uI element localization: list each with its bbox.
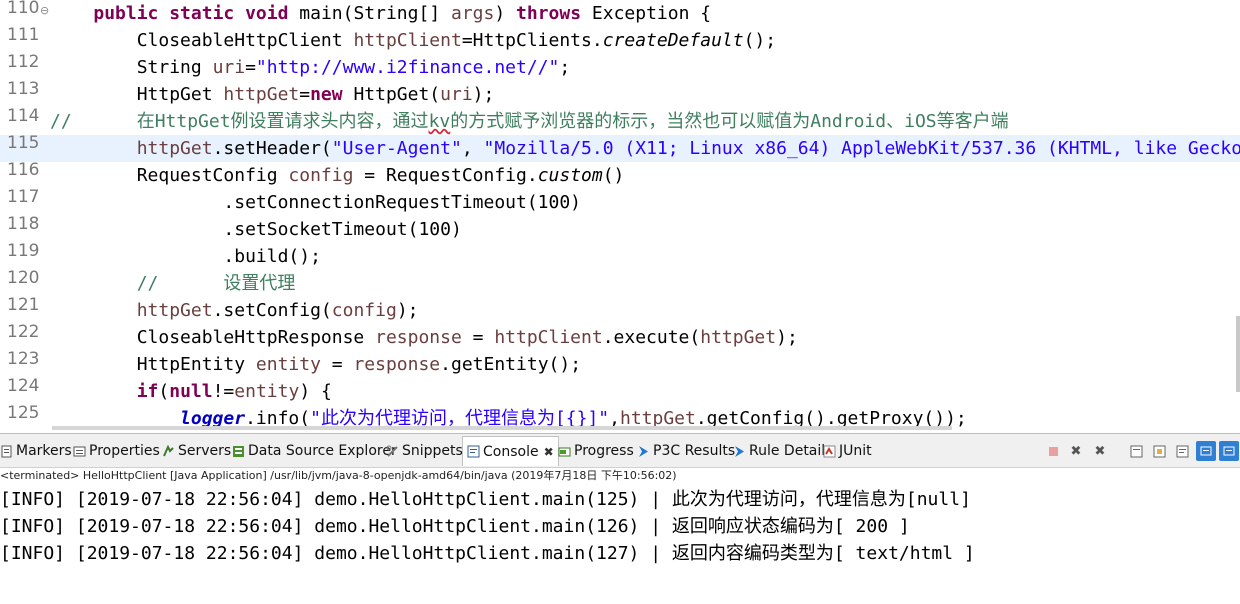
tab-servers-label: Servers — [178, 443, 232, 459]
snippets-icon — [386, 445, 398, 457]
line-number: 122 — [7, 322, 40, 342]
tab-properties[interactable]: Properties — [73, 440, 160, 462]
code-line[interactable]: 122 CloseableHttpResponse response = htt… — [0, 322, 1240, 351]
line-number: 123 — [7, 349, 40, 369]
line-number: 115 — [7, 133, 40, 153]
line-number: 120 — [7, 268, 40, 288]
tab-junit[interactable]: JUnit — [823, 440, 872, 462]
tab-console-label: Console — [483, 443, 539, 460]
tab-rule-detail-label: Rule Detail — [749, 443, 826, 459]
console-line: [INFO] [2019-07-18 22:56:04] demo.HelloH… — [0, 543, 975, 564]
data-source-explorer-icon — [233, 445, 244, 457]
vertical-scrollbar[interactable] — [1236, 316, 1240, 392]
code-line[interactable]: 123 HttpEntity entity = response.getEnti… — [0, 349, 1240, 378]
code-text: if(null!=entity) { — [136, 381, 332, 402]
line-number: 117 — [7, 187, 40, 207]
tab-data-source-explorer-label: Data Source Explorer — [248, 443, 397, 459]
rule-detail-icon — [735, 445, 744, 457]
tab-data-source-explorer[interactable]: Data Source Explorer — [232, 440, 397, 462]
line-number: 125 — [7, 403, 40, 423]
code-text: public static void main(String[] args) t… — [93, 3, 712, 24]
properties-icon — [73, 446, 86, 456]
code-text: .setSocketTimeout(100) — [50, 219, 462, 240]
code-text: RequestConfig config = RequestConfig.cus… — [50, 165, 625, 186]
tab-markers-label: Markers — [16, 443, 72, 459]
markers-icon — [1, 445, 12, 457]
tab-progress[interactable]: Progress — [558, 440, 634, 462]
code-line[interactable]: 116 RequestConfig config = RequestConfig… — [0, 160, 1240, 189]
console-icon — [467, 445, 480, 458]
fold-toggle-icon[interactable]: ⊖ — [40, 4, 49, 17]
tab-snippets[interactable]: Snippets — [386, 440, 463, 462]
code-line[interactable]: 110 ⊖ public static void main(String[] ar… — [0, 0, 1240, 27]
tab-rule-detail[interactable]: Rule Detail — [733, 440, 825, 462]
tab-servers[interactable]: Servers — [162, 440, 231, 462]
line-number: 124 — [7, 376, 40, 396]
remove-launch-icon[interactable]: ✖ — [1068, 443, 1084, 459]
line-number: 118 — [7, 214, 40, 234]
tab-p3c-results[interactable]: P3C Results — [637, 440, 735, 462]
code-text: // 在HttpGet例设置请求头内容，通过kv的方式赋予浏览器的标示，当然也可… — [50, 111, 1009, 132]
line-number: 113 — [7, 79, 40, 99]
horizontal-scrollbar[interactable] — [52, 426, 952, 430]
line-number: 110 — [7, 0, 40, 18]
line-number: 114 — [7, 106, 40, 126]
display-console-icon[interactable] — [1219, 441, 1239, 461]
tab-progress-label: Progress — [574, 443, 634, 459]
word-wrap-icon[interactable] — [1174, 443, 1190, 459]
clear-console-icon[interactable] — [1128, 443, 1144, 459]
code-text: HttpGet httpGet=new HttpGet(uri); — [50, 84, 495, 105]
tab-markers[interactable]: Markers — [0, 440, 72, 462]
code-text: CloseableHttpResponse response = httpCli… — [50, 327, 798, 348]
line-number: 116 — [7, 160, 40, 180]
code-line[interactable]: 124 if(null!=entity) { — [0, 376, 1240, 405]
code-line[interactable]: 121 httpGet.setConfig(config); — [0, 295, 1240, 324]
code-text: httpGet.setConfig(config); — [136, 300, 419, 321]
code-text: String uri="http://www.i2finance.net//"; — [50, 57, 571, 78]
code-line[interactable]: 112 String uri="http://www.i2finance.net… — [0, 52, 1240, 81]
pin-console-icon[interactable] — [1196, 441, 1216, 461]
console-line: [INFO] [2019-07-18 22:56:04] demo.HelloH… — [0, 489, 971, 510]
console-line: [INFO] [2019-07-18 22:56:04] demo.HelloH… — [0, 516, 910, 537]
servers-icon — [163, 444, 174, 456]
scroll-lock-icon[interactable] — [1151, 443, 1167, 459]
code-text: .setConnectionRequestTimeout(100) — [50, 192, 582, 213]
code-line[interactable]: 114 // 在HttpGet例设置请求头内容，通过kv的方式赋予浏览器的标示，当… — [0, 106, 1240, 135]
line-number: 121 — [7, 295, 40, 315]
line-number: 119 — [7, 241, 40, 261]
code-line[interactable]: 119 .build(); — [0, 241, 1240, 270]
tab-console[interactable]: Console ✖ — [462, 436, 559, 466]
code-text: // 设置代理 — [136, 273, 296, 294]
code-text: HttpEntity entity = response.getEntity()… — [50, 354, 582, 375]
tab-junit-label: JUnit — [839, 443, 872, 459]
code-text: httpGet.setHeader("User-Agent", "Mozilla… — [136, 138, 1240, 159]
code-text: .build(); — [50, 246, 321, 267]
code-line[interactable]: 118 .setSocketTimeout(100) — [0, 214, 1240, 243]
bottom-view-tabbar: Markers Properties Servers Data Source E… — [0, 433, 1240, 468]
progress-icon — [558, 447, 571, 456]
terminate-icon[interactable] — [1045, 443, 1061, 459]
code-line[interactable]: 117 .setConnectionRequestTimeout(100) — [0, 187, 1240, 216]
code-line[interactable]: 113 HttpGet httpGet=new HttpGet(uri); — [0, 79, 1240, 108]
tab-properties-label: Properties — [89, 443, 160, 459]
console-output[interactable]: [INFO] [2019-07-18 22:56:04] demo.HelloH… — [0, 486, 1240, 567]
line-number: 111 — [7, 25, 40, 45]
code-line[interactable]: 111 CloseableHttpClient httpClient=HttpC… — [0, 25, 1240, 54]
code-text: CloseableHttpClient httpClient=HttpClien… — [50, 30, 777, 51]
junit-icon — [823, 445, 836, 457]
remove-all-launches-icon[interactable]: ✖ — [1092, 443, 1108, 459]
code-line[interactable]: 115 httpGet.setHeader("User-Agent", "Moz… — [0, 133, 1240, 162]
console-status-line: <terminated> HelloHttpClient [Java Appli… — [0, 469, 677, 482]
code-editor[interactable]: 110 ⊖ public static void main(String[] ar… — [0, 0, 1240, 432]
p3c-results-icon — [639, 445, 648, 457]
line-number: 112 — [7, 52, 40, 72]
close-icon[interactable]: ✖ — [544, 445, 554, 459]
code-line[interactable]: 120 // 设置代理 — [0, 268, 1240, 297]
tab-snippets-label: Snippets — [402, 443, 463, 459]
tab-p3c-results-label: P3C Results — [653, 443, 736, 459]
